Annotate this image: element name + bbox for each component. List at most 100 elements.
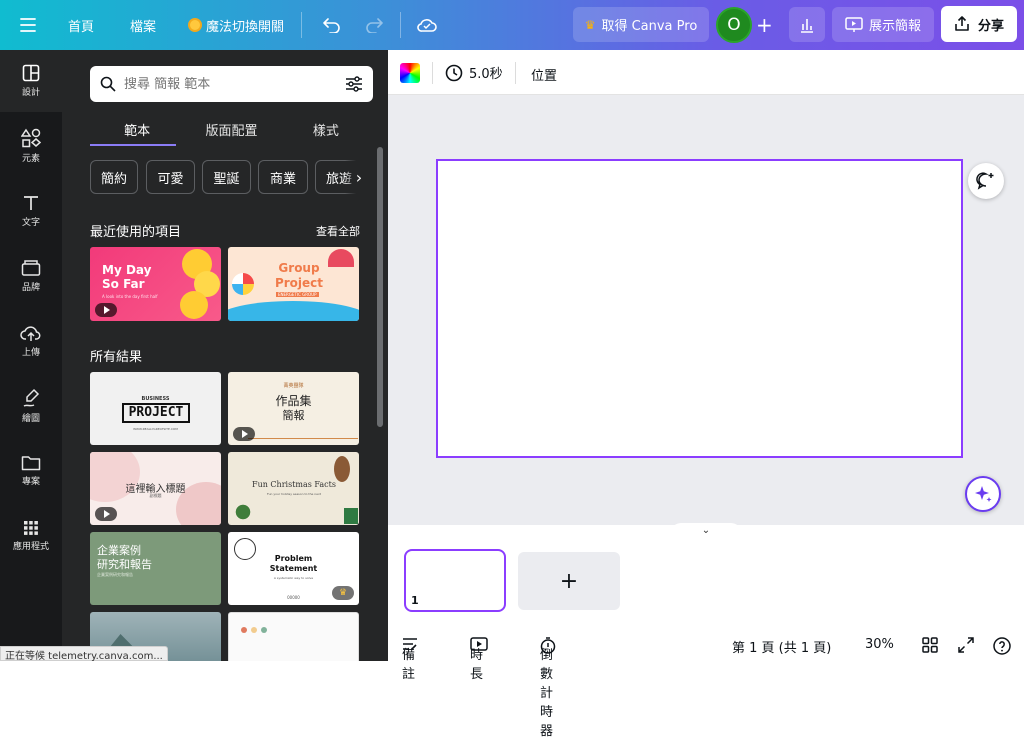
magic-switch-label: 魔法切換開關 bbox=[206, 19, 285, 35]
home-link[interactable]: 首頁 bbox=[68, 0, 94, 50]
rail-item-apps[interactable]: 應用程式 bbox=[0, 505, 62, 567]
rail-item-upload[interactable]: 上傳 bbox=[0, 310, 62, 372]
rail-item-text[interactable]: 文字 bbox=[0, 180, 62, 242]
rail-label: 文字 bbox=[21, 218, 40, 228]
template-card[interactable]: 菁英團隊 作品集 簡報 bbox=[228, 372, 359, 445]
undo-icon[interactable] bbox=[322, 0, 342, 50]
template-card[interactable]: Fun Christmas Facts Fun your holiday sea… bbox=[228, 452, 359, 525]
share-label: 分享 bbox=[977, 18, 1004, 34]
folder-icon bbox=[21, 456, 41, 471]
grid-view-icon[interactable] bbox=[922, 637, 938, 653]
card-title-2: 簡報 bbox=[282, 409, 305, 422]
share-button[interactable]: 分享 bbox=[941, 6, 1017, 42]
slide-page[interactable] bbox=[436, 159, 963, 458]
add-collaborator-icon[interactable]: + bbox=[756, 0, 773, 50]
cloud-save-icon[interactable] bbox=[416, 0, 438, 50]
crown-badge-icon: ♛ bbox=[332, 586, 354, 600]
fullscreen-icon[interactable] bbox=[958, 637, 974, 653]
template-card[interactable]: Group Project ENERGETIC GROUP bbox=[228, 247, 359, 321]
divider bbox=[432, 62, 433, 84]
card-title: Group Project bbox=[274, 261, 324, 290]
dot-icon bbox=[251, 627, 257, 633]
rail-item-brand[interactable]: 品牌 bbox=[0, 245, 62, 307]
decor-shape bbox=[228, 301, 359, 321]
page-thumbnail[interactable]: 1 bbox=[404, 549, 506, 612]
template-card[interactable]: Problem Statement A systematic way to so… bbox=[228, 532, 359, 605]
bottom-bar: 備註 時長 倒數計時器 第 1 頁 (共 1 頁) 30% bbox=[388, 630, 1024, 739]
pages-strip: 1 + bbox=[388, 536, 1024, 621]
shapes-icon bbox=[21, 128, 41, 148]
bar-chart-icon bbox=[801, 18, 813, 33]
timing-button[interactable]: 時長 bbox=[470, 637, 488, 682]
divider-line bbox=[248, 438, 358, 439]
zoom-level[interactable]: 30% bbox=[865, 637, 894, 652]
insights-button[interactable] bbox=[789, 7, 825, 42]
active-tab-indicator bbox=[90, 144, 176, 146]
dot-icon bbox=[261, 627, 267, 633]
pinecone-icon bbox=[334, 456, 350, 482]
chip-minimal[interactable]: 簡約 bbox=[90, 160, 138, 194]
template-card[interactable]: BUSINESS PROJECT WWW.REALLYGREATSITE.COM bbox=[90, 372, 221, 445]
card-title: PROJECT bbox=[122, 403, 190, 423]
template-card[interactable]: 這裡輸入標題 副標題 bbox=[90, 452, 221, 525]
rail-item-design[interactable]: 設計 bbox=[0, 50, 62, 112]
notes-label: 備註 bbox=[402, 648, 416, 682]
tab-layouts[interactable]: 版面配置 bbox=[184, 112, 278, 146]
get-pro-button[interactable]: ♛ 取得 Canva Pro bbox=[573, 7, 709, 42]
avatar-initial: O bbox=[727, 15, 741, 35]
chips-next-icon[interactable]: › bbox=[345, 160, 373, 194]
rail-label: 設計 bbox=[21, 88, 40, 98]
card-title: Fun Christmas Facts bbox=[252, 480, 336, 489]
duration-button[interactable]: 5.0秒 bbox=[445, 50, 503, 95]
chip-cute[interactable]: 可愛 bbox=[146, 160, 195, 194]
timer-label: 倒數計時器 bbox=[540, 648, 554, 739]
color-picker-icon[interactable] bbox=[400, 63, 420, 83]
video-badge-icon bbox=[95, 303, 117, 317]
umbrella-icon bbox=[328, 249, 354, 267]
draw-icon bbox=[23, 388, 40, 407]
timer-button[interactable]: 倒數計時器 bbox=[540, 637, 556, 739]
avatar[interactable]: O bbox=[716, 7, 752, 43]
template-card[interactable]: 企業案例 研究和報告 企業案例研究和報告 bbox=[90, 532, 221, 605]
emoji-icon bbox=[180, 291, 208, 319]
side-rail: 設計 元素 文字 品牌 上傳 繪圖 專案 應用程式 bbox=[0, 50, 62, 661]
chip-christmas[interactable]: 聖誕 bbox=[202, 160, 251, 194]
search-input[interactable] bbox=[124, 76, 337, 92]
notes-button[interactable]: 備註 bbox=[402, 637, 418, 682]
rail-item-elements[interactable]: 元素 bbox=[0, 115, 62, 177]
magic-assistant-button[interactable] bbox=[965, 476, 1001, 512]
chevron-down-icon: ⌄ bbox=[701, 524, 711, 536]
add-page-button[interactable]: + bbox=[518, 552, 620, 610]
comment-add-button[interactable] bbox=[968, 163, 1004, 199]
divider bbox=[301, 12, 302, 38]
help-icon[interactable] bbox=[993, 637, 1011, 655]
filter-icon[interactable] bbox=[345, 76, 363, 92]
all-results-title: 所有結果 bbox=[90, 350, 143, 365]
templates-panel: 範本 版面配置 樣式 簡約 可愛 聖誕 商業 旅遊 › 最近使用的項目 查看全部… bbox=[62, 50, 388, 661]
timing-label: 時長 bbox=[470, 648, 484, 682]
redo-icon[interactable] bbox=[364, 0, 384, 50]
template-card[interactable]: My Day So Far A look into the day first … bbox=[90, 247, 221, 321]
gift-icon bbox=[344, 508, 358, 524]
chip-business[interactable]: 商業 bbox=[258, 160, 308, 194]
comment-add-icon bbox=[976, 172, 994, 190]
expand-pages-toggle[interactable]: ⌄ bbox=[671, 523, 741, 537]
see-all-link[interactable]: 查看全部 bbox=[316, 223, 360, 239]
magic-switch-button[interactable]: 魔法切換開關 bbox=[188, 0, 284, 50]
rail-item-projects[interactable]: 專案 bbox=[0, 440, 62, 502]
present-button[interactable]: 展示簡報 bbox=[832, 7, 934, 42]
search-icon bbox=[100, 76, 116, 92]
tab-templates[interactable]: 範本 bbox=[90, 112, 184, 146]
rail-label: 專案 bbox=[21, 477, 40, 487]
search-box[interactable] bbox=[90, 66, 373, 102]
card-title: My Day So Far bbox=[102, 263, 152, 291]
tab-styles[interactable]: 樣式 bbox=[279, 112, 373, 146]
menu-icon[interactable] bbox=[20, 0, 36, 50]
file-menu[interactable]: 檔案 bbox=[130, 0, 156, 50]
rail-item-draw[interactable]: 繪圖 bbox=[0, 375, 62, 437]
card-subtitle: WWW.REALLYGREATSITE.COM bbox=[133, 427, 178, 431]
panel-scrollbar[interactable] bbox=[377, 147, 383, 427]
template-card[interactable] bbox=[228, 612, 359, 661]
position-button[interactable]: 位置 bbox=[531, 65, 557, 84]
divider bbox=[400, 12, 401, 38]
